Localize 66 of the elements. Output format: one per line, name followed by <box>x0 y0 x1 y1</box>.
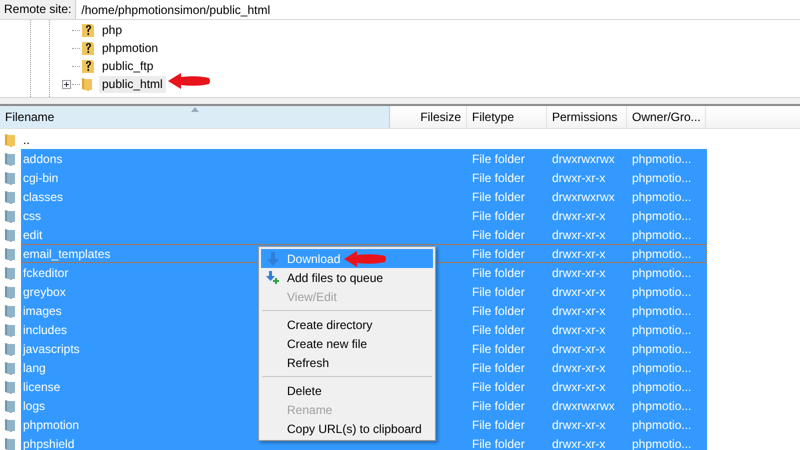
table-cell-text: File folder <box>471 436 526 450</box>
table-cell-text: phpmotio... <box>631 208 692 222</box>
table-cell-text: phpmotio... <box>631 342 692 356</box>
table-cell-text: File folder <box>471 246 526 260</box>
table-cell-text: phpmotio... <box>631 398 692 412</box>
table-cell: fckeditor <box>23 266 68 280</box>
table-cell: greybox <box>23 284 66 298</box>
table-cell: logs <box>23 398 46 412</box>
table-cell-text: drwxr-xr-x <box>551 246 606 260</box>
table-cell: phpshield <box>23 436 74 450</box>
table-cell-text: File folder <box>471 380 526 394</box>
table-cell-text: File folder <box>471 152 526 166</box>
table-cell-text: File folder <box>471 190 526 204</box>
table-cell: javascripts <box>23 342 80 356</box>
table-cell-text: File folder <box>471 398 526 412</box>
field-label: Remote site: <box>0 0 76 19</box>
table-cell-text: drwxrwxrwx <box>551 190 616 204</box>
table-cell-text: phpmotio... <box>631 322 692 336</box>
table-cell: license <box>23 380 60 394</box>
table-cell: includes <box>23 322 68 336</box>
table-cell-text: File folder <box>471 170 526 184</box>
table-cell-text: File folder <box>471 360 526 374</box>
table-cell-text: drwxr-xr-x <box>551 360 606 374</box>
table-cell-text: drwxr-xr-x <box>551 228 606 242</box>
table-cell-text: drwxr-xr-x <box>551 170 606 184</box>
table-cell-text: phpmotio... <box>631 284 692 298</box>
table-cell: cgi-bin <box>23 170 58 184</box>
table-cell: .. <box>23 132 30 146</box>
table-cell-text: drwxr-xr-x <box>551 436 606 450</box>
table-cell-text: phpmotio... <box>631 152 692 166</box>
table-cell-text: File folder <box>471 228 526 242</box>
table-cell: images <box>23 304 62 318</box>
table-cell-text: phpmotio... <box>631 266 692 280</box>
table-cell-text: phpmotio... <box>631 246 692 260</box>
table-cell-text: drwxrwxrwx <box>551 152 616 166</box>
table-cell: lang <box>23 360 46 374</box>
table-cell-text: drwxr-xr-x <box>551 304 606 318</box>
table-cell-text: File folder <box>471 284 526 298</box>
table-cell-text: drwxr-xr-x <box>551 342 606 356</box>
table-cell: classes <box>23 190 64 204</box>
table-cell-text: phpmotio... <box>631 380 692 394</box>
table-cell-text: phpmotio... <box>631 228 692 242</box>
table-cell: edit <box>23 228 42 242</box>
table-cell-text: drwxr-xr-x <box>551 322 606 336</box>
table-cell-text: File folder <box>471 266 526 280</box>
table-cell-text: phpmotio... <box>631 190 692 204</box>
table-cell: css <box>23 208 41 222</box>
table-cell-text: phpmotio... <box>631 170 692 184</box>
table-cell-text: phpmotio... <box>631 360 692 374</box>
table-cell-text: drwxr-xr-x <box>551 266 606 280</box>
table-cell-text: File folder <box>471 208 526 222</box>
table-cell-text: phpmotio... <box>631 304 692 318</box>
table-cell-text: File folder <box>471 304 526 318</box>
table-cell-text: File folder <box>471 342 526 356</box>
table-cell-text: phpmotio... <box>631 436 692 450</box>
table-cell: addons <box>23 152 62 166</box>
table-cell-text: drwxr-xr-x <box>551 380 606 394</box>
table-cell: email_templates <box>23 246 110 260</box>
table-cell: phpmotion <box>23 418 80 432</box>
table-cell-text: drwxr-xr-x <box>551 208 606 222</box>
table-cell-text: drwxr-xr-x <box>551 284 606 298</box>
table-cell-text: phpmotio... <box>631 418 692 432</box>
table-cell-text: drwxr-xr-x <box>551 418 606 432</box>
table-cell-text: File folder <box>471 418 526 432</box>
table-cell-text: drwxrwxrwx <box>551 398 616 412</box>
table-cell-text: File folder <box>471 322 526 336</box>
